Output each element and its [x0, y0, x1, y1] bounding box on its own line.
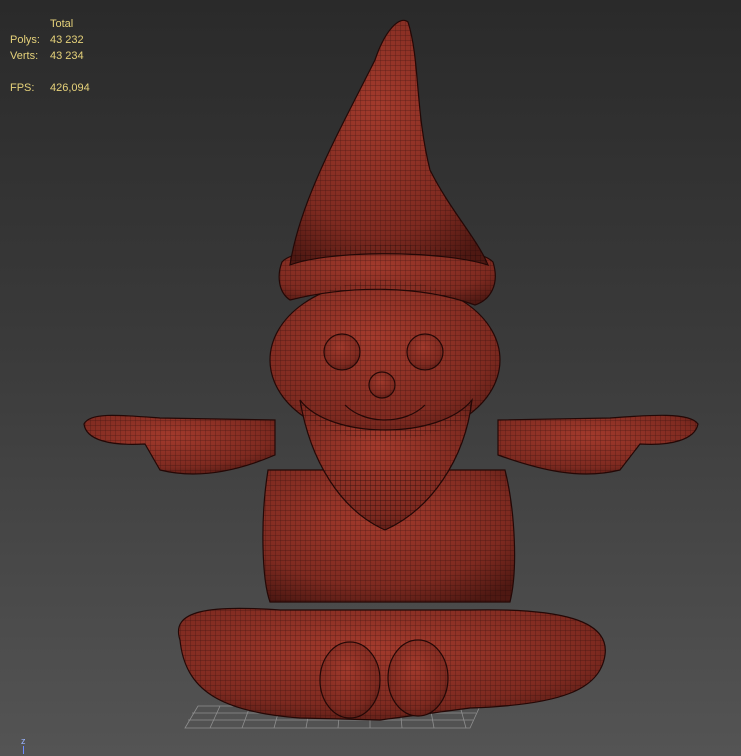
axis-gizmo: z — [18, 736, 32, 754]
3d-viewport[interactable]: Total Polys: 43 232 Verts: 43 234 FPS: 426,… — [0, 0, 741, 756]
wireframe-overlay — [84, 20, 698, 720]
gnome-model[interactable] — [0, 0, 741, 756]
z-axis-label: z — [21, 736, 26, 746]
z-axis-line — [23, 746, 24, 754]
